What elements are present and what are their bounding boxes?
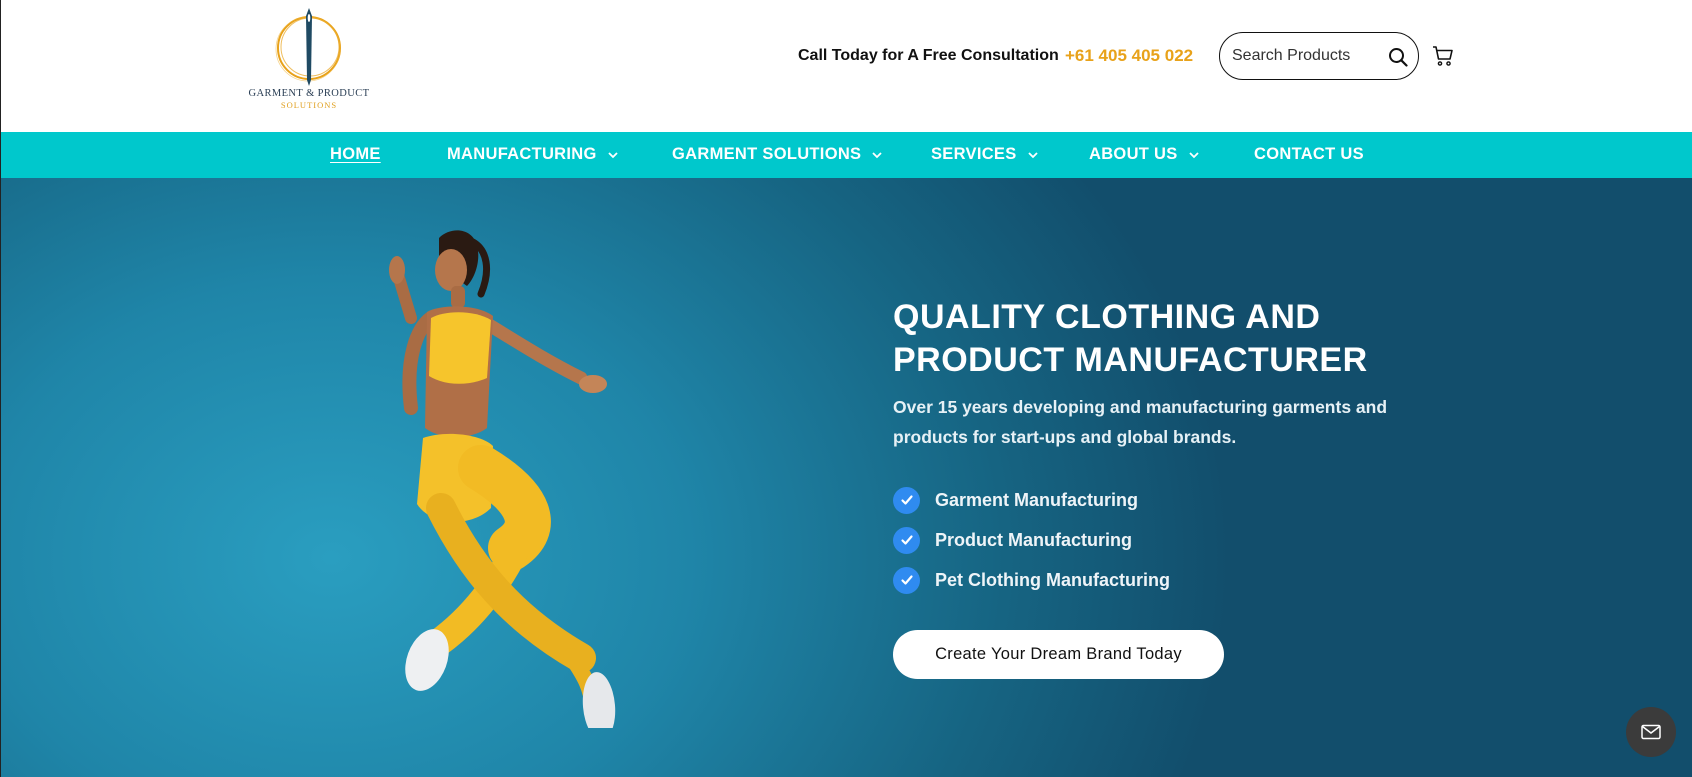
list-item: Pet Clothing Manufacturing xyxy=(893,560,1170,600)
needle-logo-icon xyxy=(275,8,341,86)
brand-subname: SOLUTIONS xyxy=(280,100,338,110)
cart-icon[interactable] xyxy=(1432,45,1454,67)
brand-name: GARMENT & PRODUCT xyxy=(248,88,370,99)
nav-item-label: GARMENT SOLUTIONS xyxy=(672,145,862,163)
nav-item-home[interactable]: HOME xyxy=(330,145,381,164)
chevron-down-icon xyxy=(1188,151,1199,158)
chevron-down-icon xyxy=(872,151,882,158)
nav-item-label: CONTACT US xyxy=(1254,145,1364,163)
hero-title-line: PRODUCT MANUFACTURER xyxy=(893,341,1368,379)
list-item: Product Manufacturing xyxy=(893,520,1170,560)
search-input[interactable] xyxy=(1232,43,1382,69)
list-item-label: Garment Manufacturing xyxy=(935,489,1139,510)
feature-checklist: Garment Manufacturing Product Manufactur… xyxy=(893,480,1170,600)
create-brand-button[interactable]: Create Your Dream Brand Today xyxy=(893,630,1224,679)
nav-item-manufacturing[interactable]: MANUFACTURING xyxy=(447,145,619,164)
nav-item-contact-us[interactable]: CONTACT US xyxy=(1254,145,1364,164)
list-item: Garment Manufacturing xyxy=(893,480,1170,520)
nav-item-label: MANUFACTURING xyxy=(447,145,597,163)
nav-item-label: ABOUT US xyxy=(1089,145,1178,163)
brand-logo[interactable]: GARMENT & PRODUCT SOLUTIONS xyxy=(239,6,379,110)
main-nav: HOME MANUFACTURING GARMENT SOLUTIONS SER… xyxy=(0,132,1692,178)
list-item-label: Pet Clothing Manufacturing xyxy=(935,569,1170,590)
mail-icon xyxy=(1641,724,1661,740)
hero-title-line: QUALITY CLOTHING AND xyxy=(893,298,1321,336)
list-item-label: Product Manufacturing xyxy=(935,529,1132,550)
check-icon xyxy=(893,566,920,594)
nav-item-services[interactable]: SERVICES xyxy=(931,145,1039,164)
nav-item-about-us[interactable]: ABOUT US xyxy=(1089,145,1200,164)
hero-title: QUALITY CLOTHING AND PRODUCT MANUFACTURE… xyxy=(893,296,1413,382)
search-icon[interactable] xyxy=(1388,47,1408,67)
call-to-action-text: Call Today for A Free Consultation xyxy=(798,47,1059,64)
hero-subtitle: Over 15 years developing and manufacturi… xyxy=(893,397,1388,447)
nav-item-label: HOME xyxy=(330,145,381,163)
hero-athlete-image xyxy=(389,230,616,728)
contact-mail-button[interactable] xyxy=(1626,707,1676,757)
nav-item-garment-solutions[interactable]: GARMENT SOLUTIONS xyxy=(672,145,883,164)
chevron-down-icon xyxy=(608,151,618,158)
check-icon xyxy=(893,486,920,514)
check-icon xyxy=(893,526,920,554)
phone-link[interactable]: +61 405 405 022 xyxy=(1065,46,1193,66)
site-header: GARMENT & PRODUCT SOLUTIONS Call Today f… xyxy=(0,0,1692,132)
nav-item-label: SERVICES xyxy=(931,145,1017,163)
search-box xyxy=(1219,32,1419,80)
chevron-down-icon xyxy=(1027,151,1038,158)
hero-section: QUALITY CLOTHING AND PRODUCT MANUFACTURE… xyxy=(0,178,1692,777)
